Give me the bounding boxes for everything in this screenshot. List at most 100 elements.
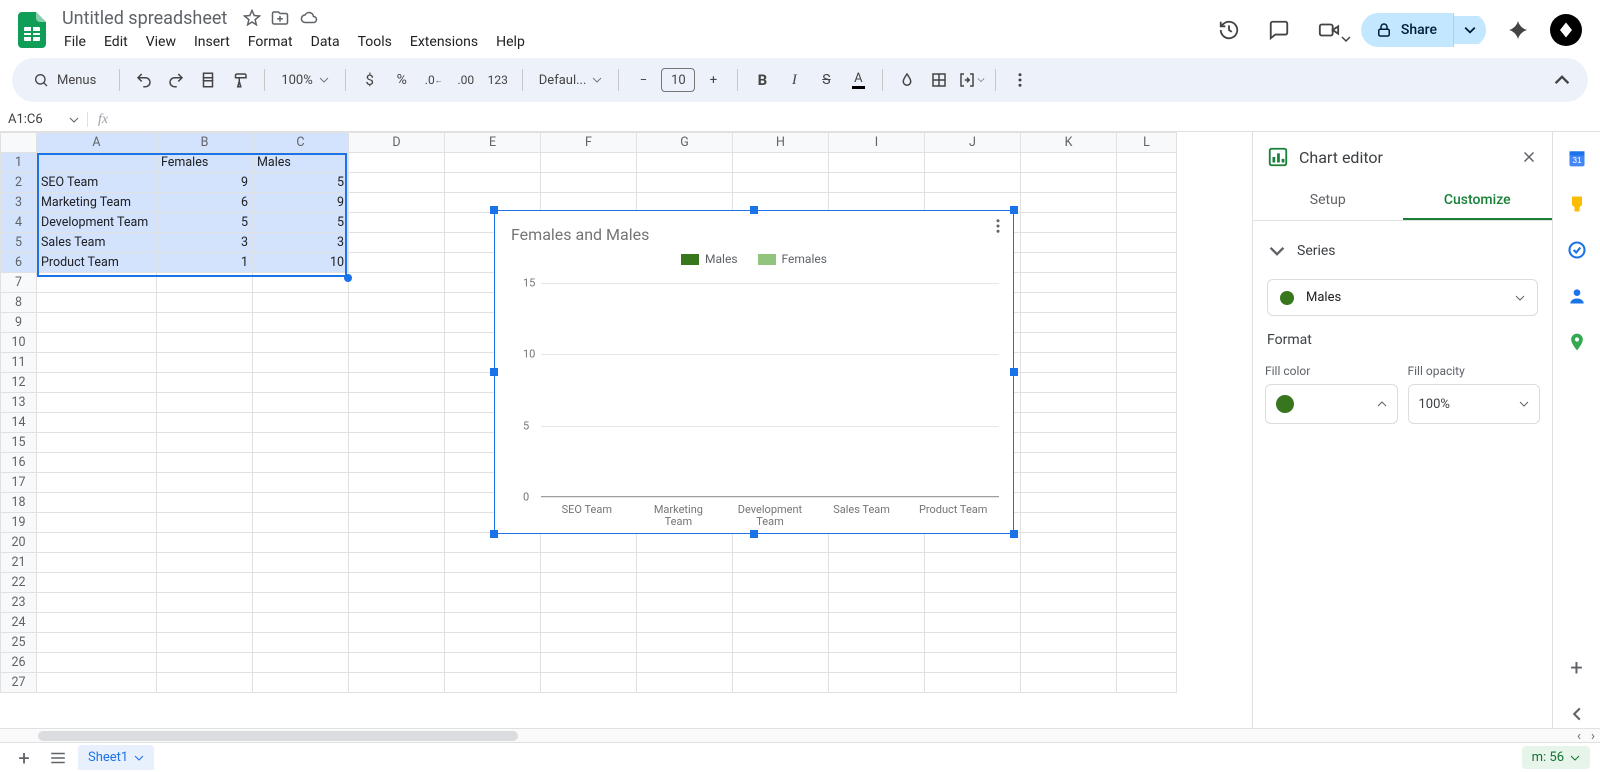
cell-G27[interactable] (637, 673, 733, 693)
cell-D4[interactable] (349, 213, 445, 233)
cell-C27[interactable] (253, 673, 349, 693)
cell-B1[interactable]: Females (157, 153, 253, 173)
row-header-9[interactable]: 9 (1, 313, 37, 333)
cell-B26[interactable] (157, 653, 253, 673)
more-formats-icon[interactable]: 123 (484, 66, 512, 94)
font-family-select[interactable]: Defaul... (533, 73, 609, 88)
cell-F26[interactable] (541, 653, 637, 673)
cell-C21[interactable] (253, 553, 349, 573)
cell-C8[interactable] (253, 293, 349, 313)
cell-H22[interactable] (733, 573, 829, 593)
cell-A6[interactable]: Product Team (37, 253, 157, 273)
cell-A16[interactable] (37, 453, 157, 473)
cell-F24[interactable] (541, 613, 637, 633)
cell-I23[interactable] (829, 593, 925, 613)
cell-A7[interactable] (37, 273, 157, 293)
row-header-1[interactable]: 1 (1, 153, 37, 173)
cell-L11[interactable] (1117, 353, 1177, 373)
cell-J25[interactable] (925, 633, 1021, 653)
col-header-F[interactable]: F (541, 133, 637, 153)
col-header-C[interactable]: C (253, 133, 349, 153)
cell-D12[interactable] (349, 373, 445, 393)
cell-A23[interactable] (37, 593, 157, 613)
cell-B7[interactable] (157, 273, 253, 293)
cell-F2[interactable] (541, 173, 637, 193)
resize-handle[interactable] (490, 530, 498, 538)
contacts-rail-icon[interactable] (1563, 282, 1591, 310)
cell-B25[interactable] (157, 633, 253, 653)
cell-B23[interactable] (157, 593, 253, 613)
cell-C9[interactable] (253, 313, 349, 333)
fill-opacity-dropdown[interactable]: 100% (1408, 384, 1541, 424)
cell-L7[interactable] (1117, 273, 1177, 293)
share-dropdown[interactable] (1454, 16, 1486, 44)
cell-D9[interactable] (349, 313, 445, 333)
cell-A21[interactable] (37, 553, 157, 573)
cell-L2[interactable] (1117, 173, 1177, 193)
cloud-status-icon[interactable] (299, 9, 319, 27)
row-header-19[interactable]: 19 (1, 513, 37, 533)
currency-icon[interactable]: $ (356, 66, 384, 94)
cell-L26[interactable] (1117, 653, 1177, 673)
cell-I24[interactable] (829, 613, 925, 633)
cell-A14[interactable] (37, 413, 157, 433)
cell-K6[interactable] (1021, 253, 1117, 273)
cell-L19[interactable] (1117, 513, 1177, 533)
font-size-input[interactable]: 10 (661, 68, 695, 92)
zoom-select[interactable]: 100% (275, 73, 334, 88)
cell-C10[interactable] (253, 333, 349, 353)
cell-C12[interactable] (253, 373, 349, 393)
cell-K7[interactable] (1021, 273, 1117, 293)
cell-L1[interactable] (1117, 153, 1177, 173)
cell-C19[interactable] (253, 513, 349, 533)
row-header-23[interactable]: 23 (1, 593, 37, 613)
cell-C7[interactable] (253, 273, 349, 293)
cell-I26[interactable] (829, 653, 925, 673)
col-header-L[interactable]: L (1117, 133, 1177, 153)
cell-K5[interactable] (1021, 233, 1117, 253)
paint-format-icon[interactable] (226, 66, 254, 94)
cell-L18[interactable] (1117, 493, 1177, 513)
cell-A17[interactable] (37, 473, 157, 493)
cell-G2[interactable] (637, 173, 733, 193)
row-header-17[interactable]: 17 (1, 473, 37, 493)
cell-D18[interactable] (349, 493, 445, 513)
history-icon[interactable] (1211, 12, 1247, 48)
cell-L6[interactable] (1117, 253, 1177, 273)
fill-color-icon[interactable] (893, 66, 921, 94)
bold-icon[interactable]: B (748, 66, 776, 94)
cell-D2[interactable] (349, 173, 445, 193)
fill-color-dropdown[interactable] (1265, 384, 1398, 424)
cell-H20[interactable] (733, 533, 829, 553)
cell-A9[interactable] (37, 313, 157, 333)
cell-D15[interactable] (349, 433, 445, 453)
row-header-11[interactable]: 11 (1, 353, 37, 373)
calendar-rail-icon[interactable]: 31 (1563, 144, 1591, 172)
row-header-27[interactable]: 27 (1, 673, 37, 693)
cell-C2[interactable]: 5 (253, 173, 349, 193)
cell-K1[interactable] (1021, 153, 1117, 173)
cell-C15[interactable] (253, 433, 349, 453)
cell-K27[interactable] (1021, 673, 1117, 693)
select-all-corner[interactable] (1, 133, 37, 153)
row-header-21[interactable]: 21 (1, 553, 37, 573)
cell-A25[interactable] (37, 633, 157, 653)
increase-decimal-icon[interactable]: .00 (452, 66, 480, 94)
cell-K11[interactable] (1021, 353, 1117, 373)
cell-B12[interactable] (157, 373, 253, 393)
cell-C14[interactable] (253, 413, 349, 433)
row-header-22[interactable]: 22 (1, 573, 37, 593)
row-header-26[interactable]: 26 (1, 653, 37, 673)
cell-B13[interactable] (157, 393, 253, 413)
cell-C13[interactable] (253, 393, 349, 413)
menu-extensions[interactable]: Extensions (402, 30, 486, 54)
cell-D8[interactable] (349, 293, 445, 313)
col-header-E[interactable]: E (445, 133, 541, 153)
menu-search[interactable]: Menus (24, 67, 109, 93)
cell-K4[interactable] (1021, 213, 1117, 233)
col-header-G[interactable]: G (637, 133, 733, 153)
print-icon[interactable] (194, 66, 222, 94)
cell-D10[interactable] (349, 333, 445, 353)
cell-B27[interactable] (157, 673, 253, 693)
row-header-18[interactable]: 18 (1, 493, 37, 513)
